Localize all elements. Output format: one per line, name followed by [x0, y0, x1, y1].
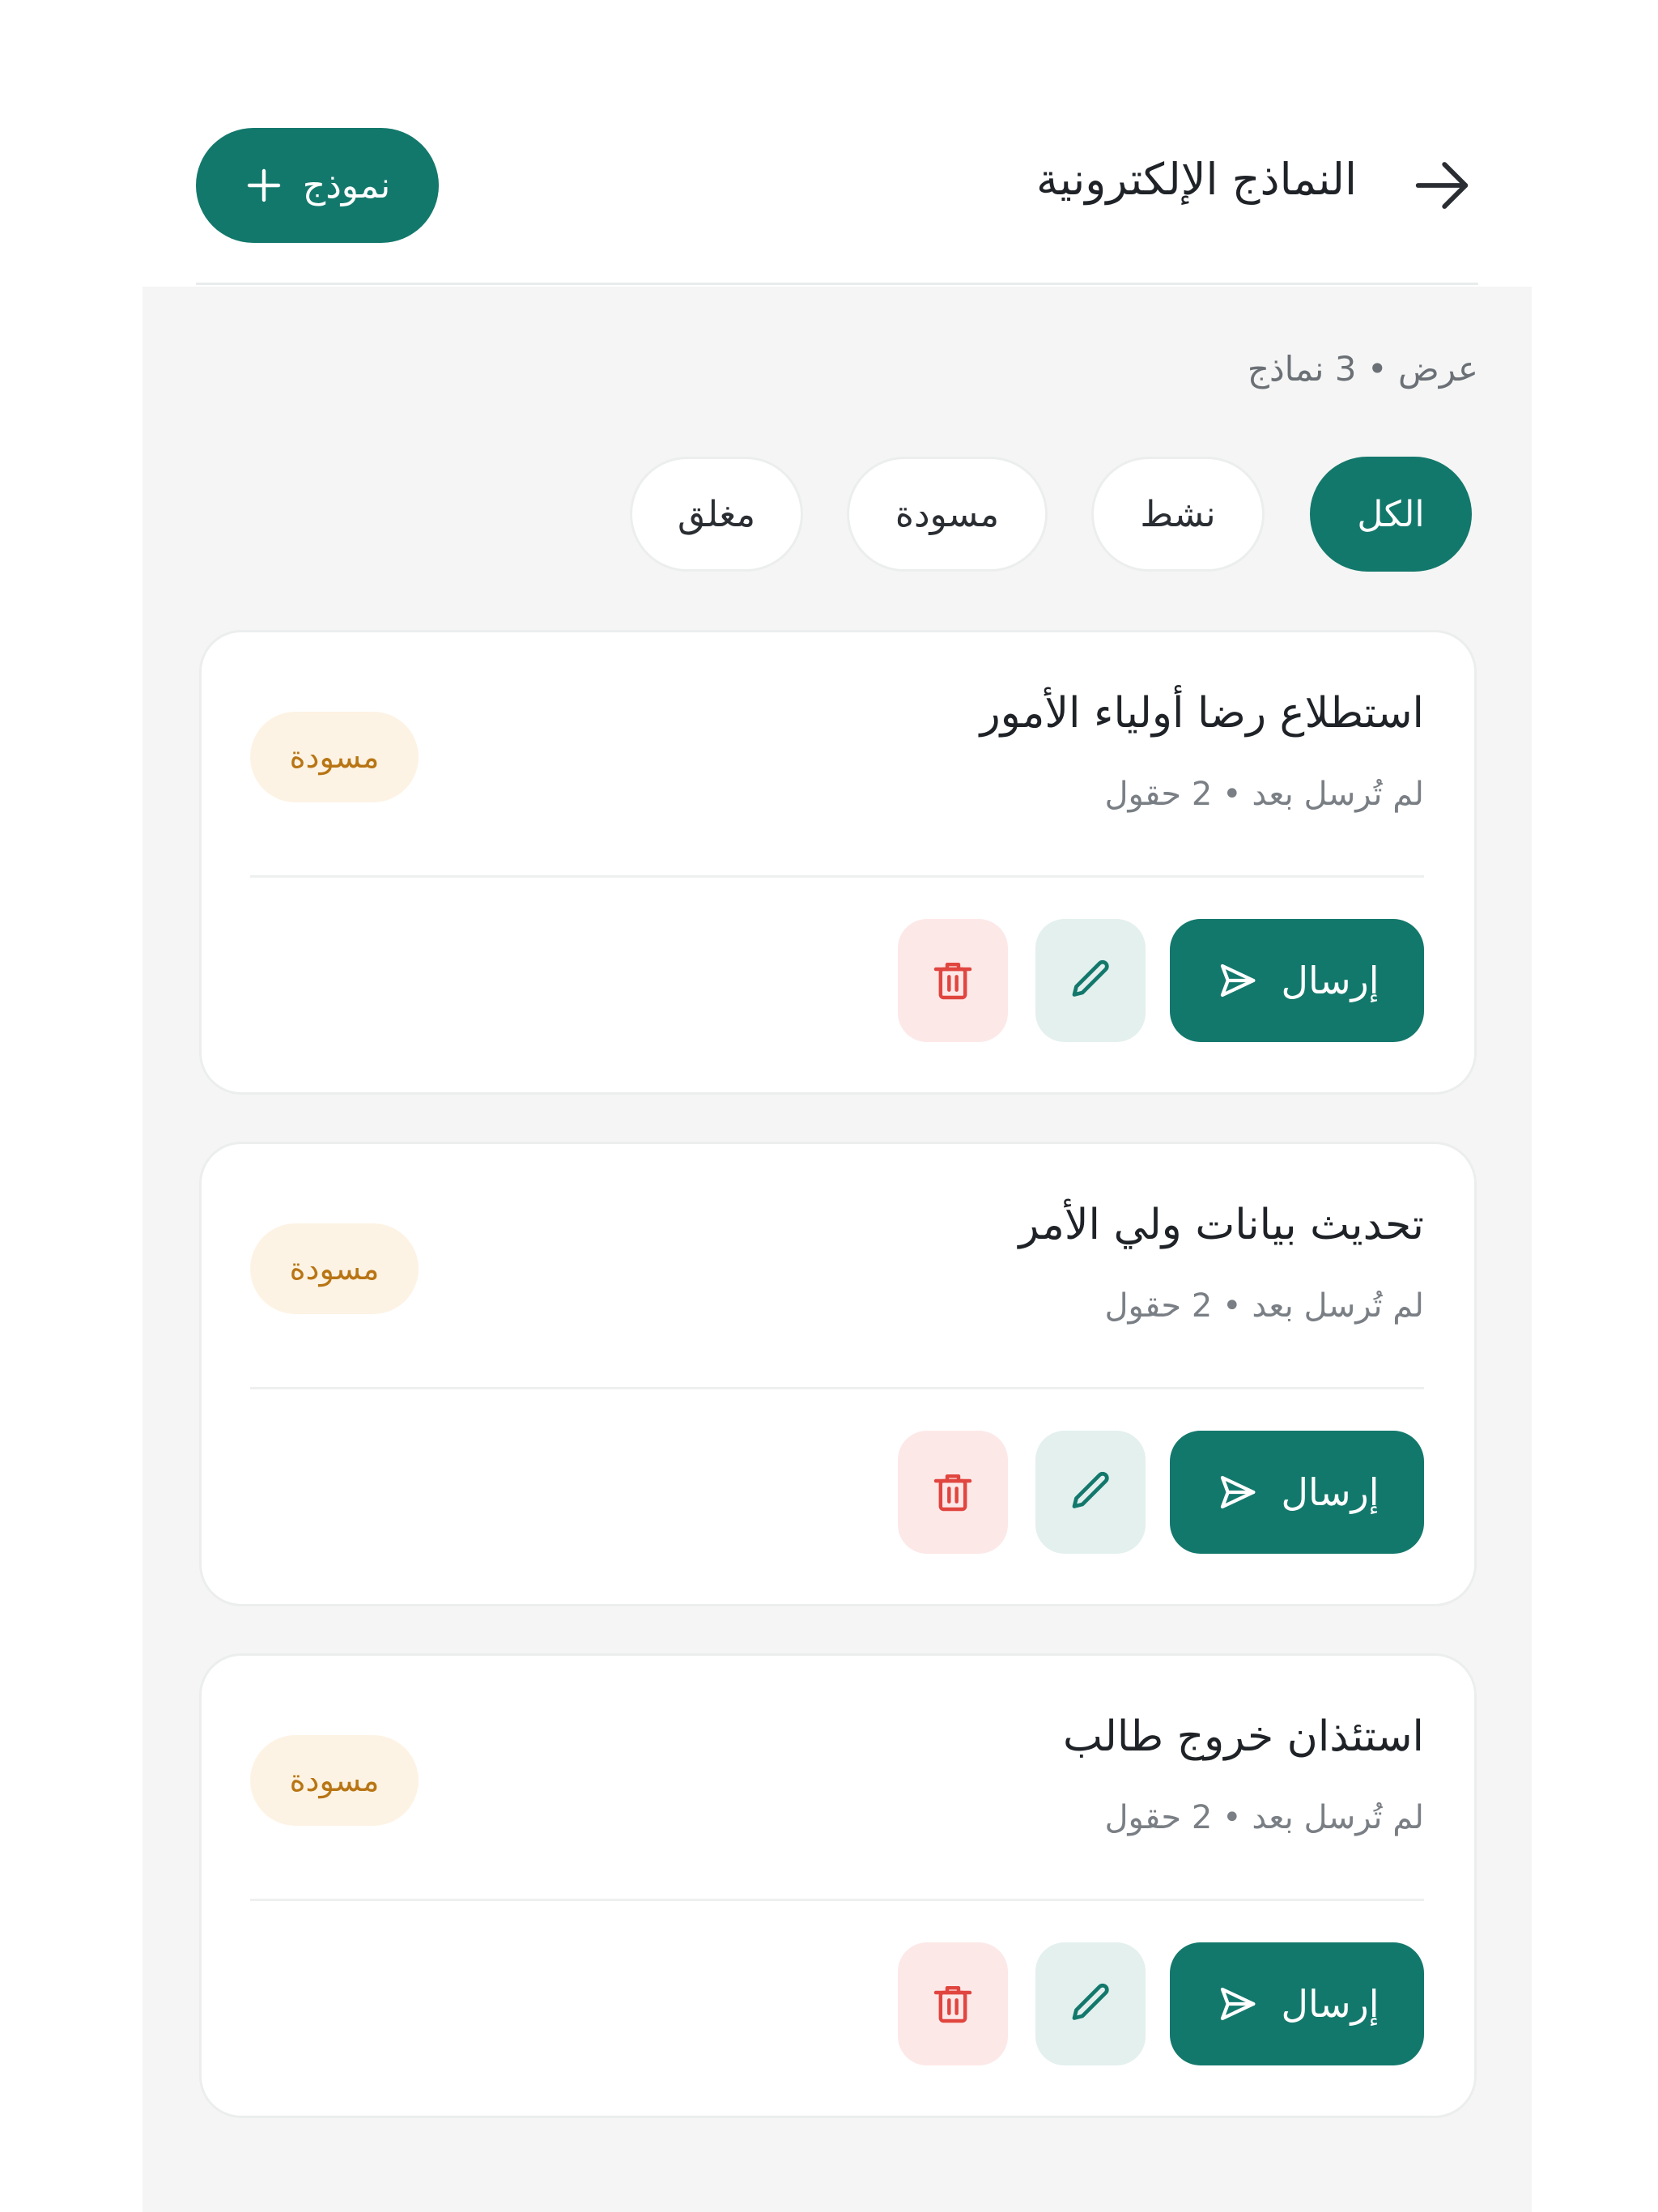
form-meta: لم تُرسل بعد • 2 حقول — [1104, 1799, 1424, 1836]
form-meta: لم تُرسل بعد • 2 حقول — [1104, 1287, 1424, 1325]
arrow-right-icon — [1415, 162, 1469, 209]
forms-count: عرض • 3 نماذج — [1247, 349, 1478, 389]
pencil-icon — [1072, 959, 1109, 997]
send-button[interactable]: إرسال — [1170, 1431, 1424, 1554]
status-badge: مسودة — [250, 712, 419, 802]
card-divider — [250, 875, 1424, 878]
send-button[interactable]: إرسال — [1170, 1942, 1424, 2065]
trash-icon — [933, 1985, 972, 2023]
delete-button[interactable] — [898, 1431, 1008, 1554]
forms-content: عرض • 3 نماذج الكل نشط مسودة مغلق استطلا… — [142, 287, 1532, 2212]
edit-button[interactable] — [1035, 1942, 1146, 2065]
send-label: إرسال — [1281, 1982, 1380, 2026]
card-divider — [250, 1899, 1424, 1901]
delete-button[interactable] — [898, 919, 1008, 1042]
edit-button[interactable] — [1035, 919, 1146, 1042]
new-form-button[interactable]: نموذج — [196, 128, 439, 243]
form-card: تحديث بيانات ولي الأمر لم تُرسل بعد • 2 … — [199, 1142, 1477, 1606]
form-title: تحديث بيانات ولي الأمر — [1018, 1201, 1424, 1249]
form-card: استطلاع رضا أولياء الأمور لم تُرسل بعد •… — [199, 630, 1477, 1095]
plus-icon — [247, 168, 280, 202]
card-divider — [250, 1387, 1424, 1389]
status-badge: مسودة — [250, 1223, 419, 1314]
send-icon — [1220, 1987, 1255, 2021]
new-form-label: نموذج — [302, 164, 391, 206]
form-meta: لم تُرسل بعد • 2 حقول — [1104, 776, 1424, 813]
forms-screen: النماذج الإلكترونية نموذج عرض • 3 نماذج … — [0, 0, 1658, 2212]
filter-chip-active[interactable]: نشط — [1091, 457, 1265, 572]
send-icon — [1220, 1475, 1255, 1509]
send-icon — [1220, 963, 1255, 998]
send-button[interactable]: إرسال — [1170, 919, 1424, 1042]
status-badge: مسودة — [250, 1735, 419, 1826]
trash-icon — [933, 1474, 972, 1512]
page-title: النماذج الإلكترونية — [1035, 154, 1357, 205]
send-label: إرسال — [1281, 1470, 1380, 1514]
filter-chip-closed[interactable]: مغلق — [630, 457, 803, 572]
filter-chip-all[interactable]: الكل — [1310, 457, 1472, 572]
form-title: استطلاع رضا أولياء الأمور — [980, 689, 1424, 738]
app-header: النماذج الإلكترونية نموذج — [196, 0, 1478, 285]
delete-button[interactable] — [898, 1942, 1008, 2065]
filter-chip-draft[interactable]: مسودة — [847, 457, 1048, 572]
pencil-icon — [1072, 1983, 1109, 2020]
trash-icon — [933, 962, 972, 1000]
send-label: إرسال — [1281, 959, 1380, 1002]
edit-button[interactable] — [1035, 1431, 1146, 1554]
form-title: استئذان خروج طالب — [1062, 1712, 1424, 1761]
pencil-icon — [1072, 1471, 1109, 1508]
back-button[interactable] — [1405, 149, 1478, 222]
form-card: استئذان خروج طالب لم تُرسل بعد • 2 حقول … — [199, 1653, 1477, 2118]
